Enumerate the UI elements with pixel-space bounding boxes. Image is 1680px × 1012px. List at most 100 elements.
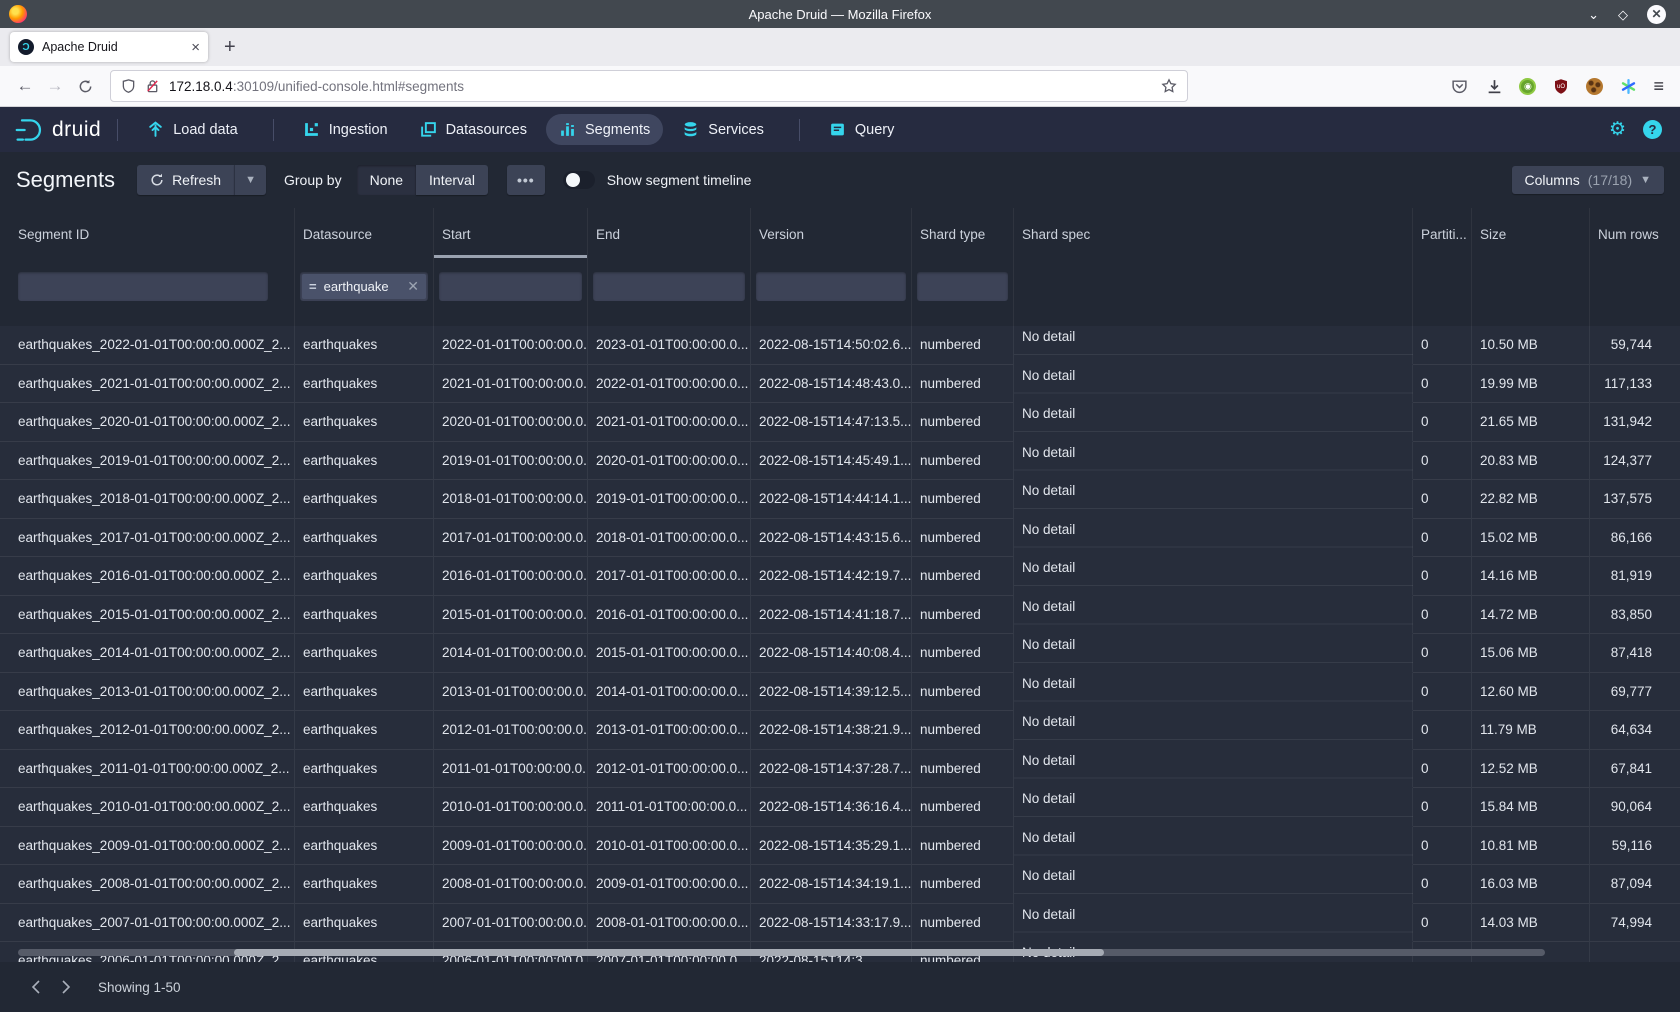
column-header-shard-spec[interactable]: Shard spec xyxy=(1014,208,1413,260)
cell-start: 2020-01-01T00:00:00.0... xyxy=(434,403,588,442)
privacy-extension-icon[interactable]: ◉ xyxy=(1519,78,1536,95)
horizontal-scrollbar-thumb[interactable] xyxy=(234,949,1104,956)
cell-shard-type: numbered xyxy=(912,827,1014,866)
table-row[interactable]: earthquakes_2016-01-01T00:00:00.000Z_2..… xyxy=(0,557,1680,596)
table-row[interactable]: earthquakes_2021-01-01T00:00:00.000Z_2..… xyxy=(0,365,1680,404)
cell-partition: 0 xyxy=(1413,673,1472,712)
table-row[interactable]: earthquakes_2013-01-01T00:00:00.000Z_2..… xyxy=(0,673,1680,712)
segment-id-filter-input[interactable] xyxy=(18,272,268,301)
table-row[interactable]: earthquakes_2020-01-01T00:00:00.000Z_2..… xyxy=(0,403,1680,442)
close-icon[interactable]: ✕ xyxy=(1647,5,1666,24)
previous-page-icon[interactable] xyxy=(24,975,48,999)
settings-gear-icon[interactable]: ⚙ xyxy=(1609,120,1626,139)
column-header-datasource[interactable]: Datasource xyxy=(295,208,434,260)
nav-item-datasources[interactable]: Datasources xyxy=(407,114,540,145)
columns-button[interactable]: Columns (17/18) ▼ xyxy=(1512,166,1665,194)
end-filter-input[interactable] xyxy=(593,272,745,301)
cell-segment-id: earthquakes_2008-01-01T00:00:00.000Z_2..… xyxy=(0,865,295,904)
table-row[interactable]: earthquakes_2007-01-01T00:00:00.000Z_2..… xyxy=(0,904,1680,943)
datasource-filter-input[interactable]: = earthquake ✕ xyxy=(300,272,428,301)
next-page-icon[interactable] xyxy=(54,975,78,999)
tab-apache-druid[interactable]: Ɔ Apache Druid × xyxy=(10,32,208,62)
menu-hamburger-icon[interactable]: ≡ xyxy=(1653,76,1664,97)
table-row[interactable]: earthquakes_2010-01-01T00:00:00.000Z_2..… xyxy=(0,788,1680,827)
tab-bar: Ɔ Apache Druid × + xyxy=(0,28,1680,66)
refresh-button[interactable]: Refresh xyxy=(137,165,234,195)
bookmark-star-icon[interactable] xyxy=(1161,78,1177,94)
table-row[interactable]: earthquakes_2022-01-01T00:00:00.000Z_2..… xyxy=(0,326,1680,365)
segment-timeline-toggle[interactable] xyxy=(563,171,595,189)
cell-shard-spec: No detail xyxy=(1014,904,1413,943)
column-header-partition[interactable]: Partiti... xyxy=(1413,208,1472,260)
cell-end: 2021-01-01T00:00:00.0... xyxy=(588,403,751,442)
colorful-extension-icon[interactable] xyxy=(1618,76,1638,96)
cell-start: 2021-01-01T00:00:00.0... xyxy=(434,365,588,404)
more-options-button[interactable]: ••• xyxy=(507,165,545,195)
cell-shard-spec: No detail xyxy=(1014,403,1413,442)
shard-type-filter-input[interactable] xyxy=(917,272,1008,301)
minimize-icon[interactable]: ⌄ xyxy=(1588,8,1599,21)
cookie-extension-icon[interactable] xyxy=(1586,78,1603,95)
cell-shard-type: numbered xyxy=(912,519,1014,558)
datasource-filter-chip[interactable]: = earthquake ✕ xyxy=(302,274,426,299)
version-filter-input[interactable] xyxy=(756,272,906,301)
refresh-dropdown-button[interactable]: ▼ xyxy=(234,165,266,195)
cell-partition: 0 xyxy=(1413,557,1472,596)
start-filter-input[interactable] xyxy=(439,272,582,301)
url-text[interactable]: 172.18.0.4:30109/unified-console.html#se… xyxy=(169,79,1152,94)
table-row[interactable]: earthquakes_2014-01-01T00:00:00.000Z_2..… xyxy=(0,634,1680,673)
nav-item-services[interactable]: Services xyxy=(669,114,777,145)
table-row[interactable]: earthquakes_2018-01-01T00:00:00.000Z_2..… xyxy=(0,480,1680,519)
cell-num-rows: 69,777 xyxy=(1590,673,1680,712)
insecure-lock-icon[interactable] xyxy=(145,78,160,94)
column-header-segment-id[interactable]: Segment ID xyxy=(0,208,295,260)
ublock-shield-icon[interactable]: uO xyxy=(1551,76,1571,96)
cell-shard-type: numbered xyxy=(912,750,1014,789)
cell-shard-spec: No detail xyxy=(1014,519,1413,558)
cell-end: 2008-01-01T00:00:00.0... xyxy=(588,904,751,943)
cell-version: 2022-08-15T14:44:14.1... xyxy=(751,480,912,519)
divider xyxy=(117,119,118,141)
table-row[interactable]: earthquakes_2015-01-01T00:00:00.000Z_2..… xyxy=(0,596,1680,635)
nav-item-query[interactable]: Query xyxy=(816,114,908,145)
pocket-icon[interactable] xyxy=(1449,76,1469,96)
column-header-start[interactable]: Start xyxy=(434,208,588,260)
group-by-interval-button[interactable]: Interval xyxy=(416,165,488,195)
table-row[interactable]: earthquakes_2012-01-01T00:00:00.000Z_2..… xyxy=(0,711,1680,750)
column-header-num-rows[interactable]: Num rows xyxy=(1590,208,1680,260)
group-by-none-button[interactable]: None xyxy=(357,165,416,195)
cell-end: 2013-01-01T00:00:00.0... xyxy=(588,711,751,750)
nav-item-ingestion[interactable]: Ingestion xyxy=(290,114,401,145)
cell-num-rows: 87,094 xyxy=(1590,865,1680,904)
cell-segment-id: earthquakes_2021-01-01T00:00:00.000Z_2..… xyxy=(0,365,295,404)
table-row[interactable]: earthquakes_2008-01-01T00:00:00.000Z_2..… xyxy=(0,865,1680,904)
table-row[interactable]: earthquakes_2009-01-01T00:00:00.000Z_2..… xyxy=(0,827,1680,866)
nav-item-segments[interactable]: Segments xyxy=(546,114,663,145)
tab-close-icon[interactable]: × xyxy=(191,39,200,56)
table-row[interactable]: earthquakes_2017-01-01T00:00:00.000Z_2..… xyxy=(0,519,1680,558)
nav-item-load-data[interactable]: Load data xyxy=(134,114,251,145)
forward-icon[interactable]: → xyxy=(40,71,70,101)
shield-icon[interactable] xyxy=(121,78,136,94)
url-bar[interactable]: 172.18.0.4:30109/unified-console.html#se… xyxy=(110,70,1188,102)
column-header-version[interactable]: Version xyxy=(751,208,912,260)
druid-navbar: druid Load data Ingestion Datasources Se… xyxy=(0,107,1680,152)
table-row[interactable]: earthquakes_2011-01-01T00:00:00.000Z_2..… xyxy=(0,750,1680,789)
cell-end: 2018-01-01T00:00:00.0... xyxy=(588,519,751,558)
cell-datasource: earthquakes xyxy=(295,596,434,635)
column-header-end[interactable]: End xyxy=(588,208,751,260)
column-header-shard-type[interactable]: Shard type xyxy=(912,208,1014,260)
cell-datasource: earthquakes xyxy=(295,827,434,866)
druid-logo[interactable]: druid xyxy=(14,116,101,144)
remove-filter-icon[interactable]: ✕ xyxy=(407,278,419,295)
help-icon[interactable]: ? xyxy=(1643,120,1662,139)
maximize-icon[interactable]: ◇ xyxy=(1618,8,1628,21)
column-header-size[interactable]: Size xyxy=(1472,208,1590,260)
window-title: Apache Druid — Mozilla Firefox xyxy=(0,7,1680,22)
download-icon[interactable] xyxy=(1484,76,1504,96)
table-row[interactable]: earthquakes_2019-01-01T00:00:00.000Z_2..… xyxy=(0,442,1680,481)
cell-shard-type: numbered xyxy=(912,904,1014,943)
reload-icon[interactable] xyxy=(70,71,100,101)
back-icon[interactable]: ← xyxy=(10,71,40,101)
new-tab-button[interactable]: + xyxy=(224,36,236,59)
